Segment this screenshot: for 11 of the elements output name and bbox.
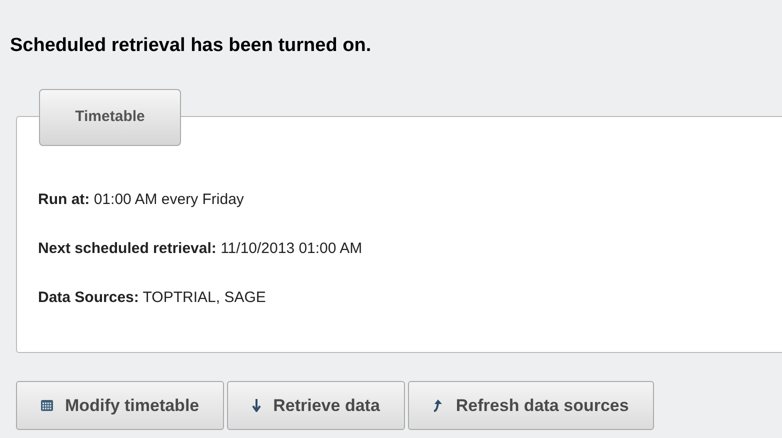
- detail-text: Data Sources: TOPTRIAL, SAGE: [38, 289, 267, 307]
- timetable-legend: Timetable: [39, 89, 181, 146]
- action-button[interactable]: Retrieve data: [227, 381, 405, 430]
- status-message: Scheduled retrieval has been turned on.: [10, 34, 372, 58]
- curved-arrow-icon: [432, 399, 444, 412]
- down-arrow-icon: [252, 399, 262, 412]
- calendar-icon: [41, 400, 53, 411]
- action-button[interactable]: Refresh data sources: [408, 381, 654, 430]
- detail-text: Run at: 01:00 AM every Friday: [38, 191, 245, 209]
- detail-text: Next scheduled retrieval: 11/10/2013 01:00 AM: [38, 240, 364, 258]
- action-button[interactable]: Modify timetable: [16, 381, 224, 430]
